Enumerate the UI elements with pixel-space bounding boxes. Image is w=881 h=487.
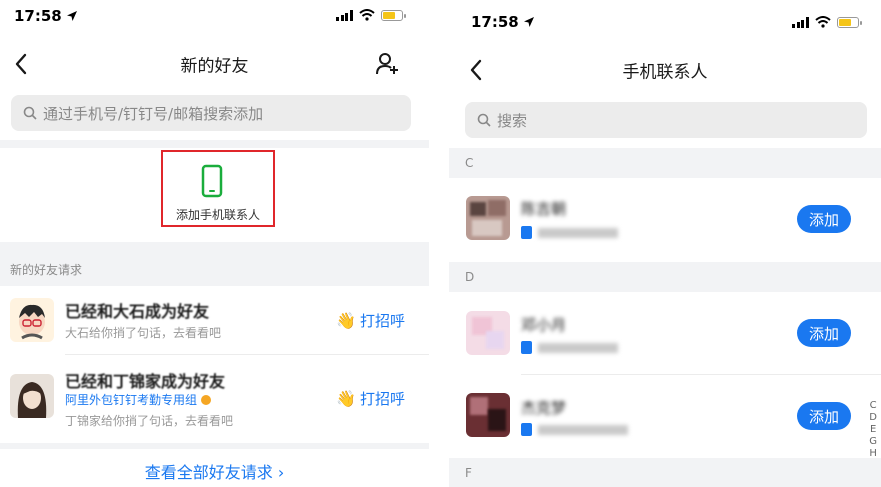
- signal-icon: [792, 16, 809, 28]
- view-all-requests-link[interactable]: 查看全部好友请求 ›: [0, 459, 429, 483]
- wifi-icon: [358, 9, 375, 21]
- section-letter: C: [465, 156, 474, 170]
- divider: [0, 443, 429, 449]
- dingtalk-icon: [521, 341, 532, 354]
- contact-row[interactable]: 陈吉朝 添加: [449, 178, 881, 260]
- signal-icon: [336, 9, 353, 21]
- search-icon: [477, 113, 491, 127]
- add-phone-contacts-label: 添加手机联系人: [175, 208, 260, 222]
- contact-name: 杰克梦: [521, 399, 567, 417]
- wifi-icon: [814, 16, 831, 28]
- status-bar: 17:58: [0, 0, 429, 34]
- friend-request-row[interactable]: 已经和丁锦家成为好友 阿里外包钉钉考勤专用组 丁锦家给你捎了句话，去看看吧 👋 …: [0, 360, 429, 440]
- contact-detail: [538, 424, 628, 435]
- wave-hand-icon: 👋: [336, 389, 356, 408]
- add-contact-button[interactable]: 添加: [797, 205, 851, 233]
- contact-name: 邓小月: [521, 316, 567, 334]
- request-name: 已经和丁锦家成为好友: [65, 372, 226, 391]
- battery-icon: [836, 16, 862, 28]
- request-subtitle: 大石给你捎了句话，去看看吧: [65, 326, 222, 340]
- avatar: [466, 393, 510, 437]
- search-input[interactable]: 通过手机号/钉钉号/邮箱搜索添加: [11, 95, 411, 131]
- battery-icon: [380, 9, 406, 21]
- dingtalk-icon: [521, 423, 532, 436]
- index-letter[interactable]: E: [869, 424, 877, 436]
- contact-detail: [538, 342, 618, 353]
- greet-label: 打招呼: [359, 312, 405, 330]
- contact-row[interactable]: 邓小月 添加: [449, 292, 881, 374]
- add-friend-icon[interactable]: [375, 52, 401, 76]
- index-letter[interactable]: G: [869, 436, 877, 448]
- status-time: 17:58: [14, 7, 62, 25]
- search-placeholder: 通过手机号/钉钉号/邮箱搜索添加: [43, 104, 264, 123]
- contact-detail: [538, 227, 618, 238]
- page-title: 手机联系人: [622, 62, 708, 83]
- add-phone-contacts-button[interactable]: 添加手机联系人: [161, 150, 275, 227]
- request-subtitle: 丁锦家给你捎了句话，去看看吧: [65, 414, 234, 428]
- row-divider: [65, 354, 429, 355]
- location-arrow-icon: [524, 17, 534, 27]
- wave-hand-icon: 👋: [336, 311, 356, 330]
- section-header: 新的好友请求: [0, 242, 429, 286]
- section-header: F: [449, 458, 881, 487]
- status-bar: 17:58: [449, 6, 881, 40]
- avatar: [466, 196, 510, 240]
- search-placeholder: 搜索: [497, 111, 528, 130]
- section-header: C: [449, 148, 881, 178]
- search-input[interactable]: 搜索: [465, 102, 867, 138]
- index-letter[interactable]: D: [869, 412, 877, 424]
- location-arrow-icon: [67, 11, 77, 21]
- divider: [0, 140, 429, 148]
- add-contact-button[interactable]: 添加: [797, 402, 851, 430]
- add-contact-button[interactable]: 添加: [797, 319, 851, 347]
- greet-button[interactable]: 👋 打招呼: [336, 388, 405, 409]
- section-letter: D: [465, 270, 475, 284]
- alphabet-index[interactable]: C D E G H: [869, 400, 877, 460]
- contact-info: [521, 226, 618, 239]
- nav-bar: 新的好友: [0, 44, 429, 84]
- phone-icon: [201, 164, 223, 198]
- search-icon: [23, 106, 37, 120]
- avatar: [10, 298, 54, 342]
- greet-button[interactable]: 👋 打招呼: [336, 310, 405, 331]
- status-time: 17:58: [471, 13, 519, 31]
- index-letter[interactable]: H: [869, 448, 877, 460]
- dingtalk-icon: [521, 226, 532, 239]
- avatar: [466, 311, 510, 355]
- section-header: D: [449, 262, 881, 292]
- page-title: 新的好友: [180, 56, 249, 77]
- new-friends-screen: 17:58 新的好友 通过手机号/钉钉号/邮箱搜索添加 添加手机联系人 新的好友…: [0, 0, 429, 487]
- contact-info: [521, 423, 628, 436]
- section-label: 新的好友请求: [10, 263, 83, 277]
- phone-contacts-screen: 17:58 手机联系人 搜索 C 陈吉朝 添加 D 邓小月 添加 杰克梦 添加 …: [449, 0, 881, 487]
- avatar: [10, 374, 54, 418]
- org-label: 阿里外包钉钉考勤专用组: [65, 393, 198, 407]
- contact-row[interactable]: 杰克梦 添加: [449, 375, 881, 457]
- verified-badge-icon: [201, 394, 212, 405]
- nav-bar: 手机联系人: [449, 50, 881, 90]
- contact-info: [521, 341, 618, 354]
- section-letter: F: [465, 466, 472, 480]
- friend-request-row[interactable]: 已经和大石成为好友 大石给你捎了句话，去看看吧 👋 打招呼: [0, 288, 429, 356]
- request-org: 阿里外包钉钉考勤专用组: [65, 391, 212, 408]
- greet-label: 打招呼: [359, 390, 405, 408]
- index-letter[interactable]: C: [869, 400, 877, 412]
- request-name: 已经和大石成为好友: [65, 302, 210, 321]
- contact-name: 陈吉朝: [521, 200, 567, 218]
